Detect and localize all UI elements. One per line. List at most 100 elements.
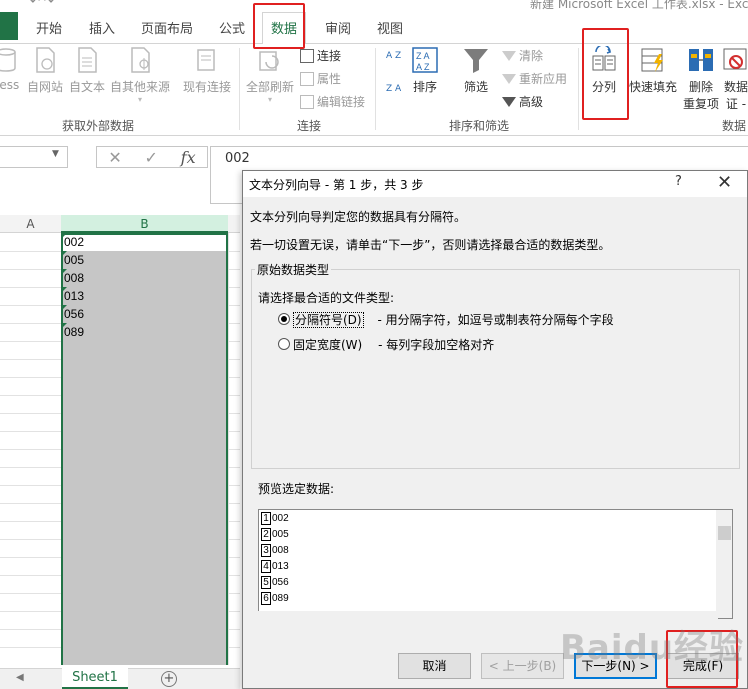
scroll-left-icon[interactable]: ◀ — [16, 672, 24, 683]
preview-row-number: 5 — [261, 576, 271, 589]
tab-review[interactable]: 审阅 — [325, 18, 351, 37]
preview-row-value: 056 — [272, 577, 289, 588]
column-header-a[interactable]: A — [0, 215, 61, 233]
clear-button[interactable]: 清除 — [502, 47, 543, 64]
dropdown-caret-icon: ▾ — [138, 95, 143, 104]
existing-connections-label: 现有连接 — [183, 80, 232, 94]
file-tab[interactable] — [0, 12, 18, 40]
tab-insert[interactable]: 插入 — [89, 18, 115, 37]
text-to-columns-icon — [592, 46, 616, 71]
from-web-button[interactable]: 自网站 — [27, 46, 63, 95]
refresh-icon — [259, 51, 279, 71]
chevron-down-icon[interactable]: ▼ — [52, 149, 59, 159]
other-sources-icon — [131, 47, 150, 73]
remove-duplicates-button[interactable]: 删除 重复项 — [683, 46, 719, 112]
close-icon[interactable]: ✕ — [717, 172, 732, 193]
remove-duplicates-label-1: 删除 — [689, 80, 714, 94]
database-icon — [0, 48, 16, 72]
fixed-width-option[interactable]: 固定宽度(W) - 每列字段加空格对齐 — [293, 336, 494, 353]
edit-links-label: 编辑链接 — [317, 95, 366, 109]
advanced-label: 高级 — [519, 95, 544, 109]
properties-button[interactable]: 属性 — [300, 70, 341, 87]
delimited-description: - 用分隔字符，如逗号或制表符分隔每个字段 — [377, 313, 614, 327]
wizard-instruction-text: 若一切设置无误，请单击“下一步”，否则请选择最合适的数据类型。 — [250, 238, 611, 252]
cell-b5[interactable]: 056 — [64, 307, 84, 321]
refresh-all-button[interactable]: 全部刷新 ▾ — [246, 46, 294, 104]
preview-row: 3 008 — [261, 544, 289, 557]
filter-button[interactable]: 筛选 — [462, 46, 490, 95]
cell-b2[interactable]: 005 — [64, 253, 84, 267]
tab-data[interactable]: 数据 — [262, 12, 307, 45]
text-file-icon — [78, 47, 97, 73]
group-title: 原始数据类型 — [255, 261, 332, 278]
fixed-width-description: - 每列字段加空格对齐 — [378, 338, 495, 352]
quick-access-toolbar[interactable]: ↶ ↷ — [30, 0, 54, 8]
radio-delimited[interactable] — [278, 313, 290, 325]
sort-button[interactable]: Z AA Z 排序 — [411, 46, 439, 95]
dialog-title: 文本分列向导 - 第 1 步，共 3 步 — [249, 178, 424, 192]
connections-button[interactable]: 连接 — [300, 47, 341, 64]
sort-z-a-button[interactable]: Z A — [386, 84, 401, 94]
data-validation-label-2: 证 - — [725, 97, 747, 111]
edit-links-button[interactable]: 编辑链接 — [300, 93, 365, 110]
selected-column-b[interactable] — [61, 233, 228, 665]
data-validation-icon — [723, 48, 747, 70]
existing-connections-icon — [197, 49, 215, 71]
tab-formulas[interactable]: 公式 — [219, 18, 245, 37]
tab-page-layout[interactable]: 页面布局 — [141, 18, 193, 37]
text-to-columns-button[interactable]: 分列 — [590, 46, 618, 95]
preview-scroll-thumb[interactable] — [718, 526, 731, 540]
connections-label: 连接 — [317, 49, 342, 63]
cancel-formula-icon[interactable]: ✕ — [108, 148, 121, 167]
from-access-label: cess — [0, 78, 20, 92]
connections-icon — [300, 48, 314, 63]
remove-duplicates-icon — [689, 49, 713, 71]
add-sheet-icon[interactable]: + — [161, 671, 177, 687]
preview-row-value: 013 — [272, 561, 289, 572]
flash-fill-button[interactable]: 快速填充 — [629, 46, 677, 95]
advanced-filter-icon — [502, 96, 516, 107]
preview-row-number: 2 — [261, 528, 271, 541]
reapply-button[interactable]: 重新应用 — [502, 70, 567, 87]
cell-b4[interactable]: 013 — [64, 289, 84, 303]
advanced-button[interactable]: 高级 — [502, 93, 543, 110]
preview-row: 5 056 — [261, 576, 289, 589]
file-type-prompt: 请选择最合适的文件类型: — [258, 291, 395, 305]
cell-b1[interactable]: 002 — [64, 235, 84, 249]
data-validation-button[interactable]: 数据 证 - — [722, 46, 748, 112]
existing-connections-button[interactable]: 现有连接 — [183, 46, 231, 95]
dropdown-caret-icon: ▾ — [268, 95, 273, 104]
preview-row: 1 002 — [261, 512, 289, 525]
clear-label: 清除 — [519, 49, 544, 63]
from-access-button[interactable]: cess — [0, 46, 20, 92]
svg-text:A Z: A Z — [416, 62, 430, 72]
tab-home[interactable]: 开始 — [36, 18, 62, 37]
tab-view[interactable]: 视图 — [377, 18, 403, 37]
radio-fixed-width[interactable] — [278, 338, 290, 350]
insert-function-icon[interactable]: fx — [181, 148, 196, 167]
from-text-button[interactable]: 自文本 — [69, 46, 105, 95]
preview-row-value: 089 — [272, 593, 289, 604]
watermark-logo: Baidu经验 — [560, 628, 745, 668]
column-header-b[interactable]: B — [61, 215, 228, 233]
reapply-icon — [502, 73, 516, 84]
delimited-option[interactable]: 分隔符号(D) - 用分隔字符，如逗号或制表符分隔每个字段 — [293, 311, 614, 328]
cell-b6[interactable]: 089 — [64, 325, 84, 339]
preview-row-value: 005 — [272, 529, 289, 540]
from-other-sources-button[interactable]: 自其他来源 ▾ — [110, 46, 170, 104]
preview-row-number: 6 — [261, 592, 271, 605]
sheet-tab-sheet1[interactable]: Sheet1 — [62, 668, 128, 689]
cell-b3[interactable]: 008 — [64, 271, 84, 285]
help-icon[interactable]: ? — [675, 174, 682, 189]
preview-row-number: 3 — [261, 544, 271, 557]
sort-a-z-button[interactable]: A Z — [386, 52, 401, 61]
back-button[interactable]: < 上一步(B) — [481, 653, 564, 679]
active-cell[interactable] — [61, 233, 228, 251]
edit-links-icon — [300, 94, 314, 109]
data-preview-pane[interactable]: 1 002 2 005 3 008 4 013 5 056 6 089 — [258, 509, 718, 619]
cancel-button[interactable]: 取消 — [398, 653, 471, 679]
group-label-connections: 连接 — [297, 119, 322, 133]
reapply-label: 重新应用 — [519, 72, 568, 86]
enter-formula-icon[interactable]: ✓ — [145, 148, 158, 167]
group-separator — [578, 48, 579, 130]
